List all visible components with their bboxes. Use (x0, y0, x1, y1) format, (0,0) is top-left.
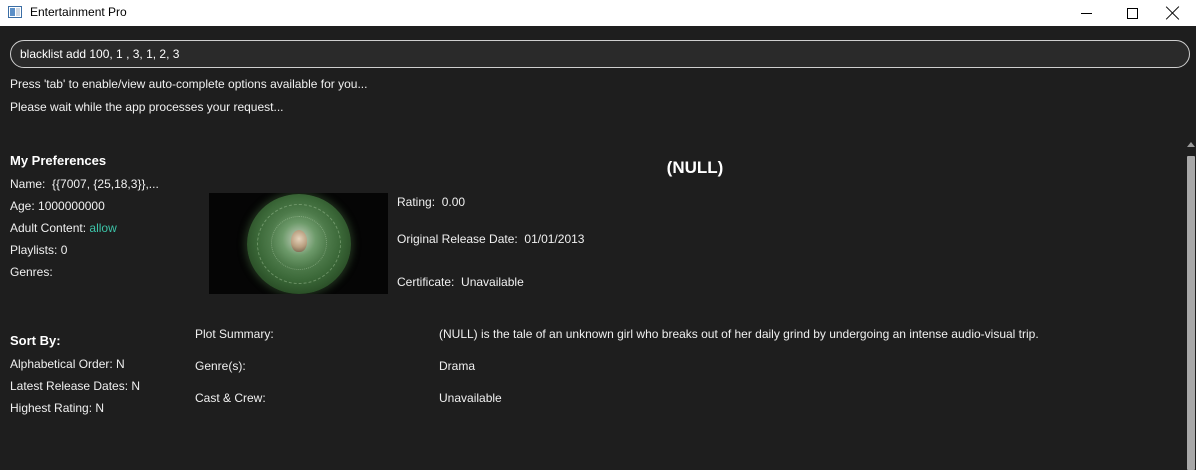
pref-name: Name: {{7007, {25,18,3}},... (10, 177, 159, 191)
movie-rating: Rating: 0.00 (397, 195, 465, 209)
rating-value: 0.00 (441, 195, 466, 209)
certificate-label: Certificate: (397, 275, 455, 289)
cast-crew-value: Unavailable (439, 391, 502, 405)
pref-name-value: {{7007, {25,18,3}},... (52, 177, 159, 191)
pref-adult-label: Adult Content: (10, 221, 87, 235)
minimize-button[interactable] (1063, 0, 1109, 26)
genre-label: Genre(s): (195, 359, 246, 373)
pref-name-label: Name: (10, 177, 46, 191)
pref-playlists-label: Playlists: (10, 243, 58, 257)
pref-playlists: Playlists: 0 (10, 243, 67, 257)
pref-genres-label: Genres: (10, 265, 53, 279)
pref-playlists-value: 0 (60, 243, 68, 257)
plot-summary-value: (NULL) is the tale of an unknown girl wh… (439, 327, 1039, 341)
close-icon (1166, 6, 1180, 20)
pref-adult-value: allow (89, 221, 117, 235)
plot-summary-label: Plot Summary: (195, 327, 274, 341)
maximize-button[interactable] (1109, 0, 1155, 26)
movie-certificate: Certificate: Unavailable (397, 275, 524, 289)
cast-crew-label: Cast & Crew: (195, 391, 266, 405)
sort-latest-release: Latest Release Dates: N (10, 379, 141, 393)
close-button[interactable] (1150, 0, 1196, 26)
rating-label: Rating: (397, 195, 436, 209)
app-window-icon (8, 6, 22, 18)
preferences-heading: My Preferences (10, 153, 107, 168)
release-value: 01/01/2013 (524, 232, 585, 246)
pref-age-value: 1000000000 (38, 199, 105, 213)
minimize-icon (1080, 12, 1092, 14)
title-bar: Entertainment Pro (0, 0, 1196, 26)
release-label: Original Release Date: (397, 232, 518, 246)
window-title: Entertainment Pro (30, 5, 127, 19)
command-input[interactable] (10, 40, 1190, 68)
genre-value: Drama (439, 359, 476, 373)
movie-poster (209, 193, 388, 294)
scrollbar-thumb[interactable] (1187, 156, 1195, 470)
sort-heading: Sort By: (10, 333, 61, 348)
autocomplete-hint: Press 'tab' to enable/view auto-complete… (10, 77, 368, 91)
movie-release-date: Original Release Date: 01/01/2013 (397, 232, 584, 246)
processing-message: Please wait while the app processes your… (10, 100, 284, 114)
certificate-value: Unavailable (461, 275, 524, 289)
sort-alphabetical: Alphabetical Order: N (10, 357, 125, 371)
maximize-icon (1126, 7, 1138, 19)
poster-orb-image (247, 194, 351, 294)
pref-age-label: Age: (10, 199, 35, 213)
pref-adult-content: Adult Content: allow (10, 221, 117, 235)
scroll-up-arrow-icon[interactable] (1187, 142, 1195, 147)
sort-highest-rating: Highest Rating: N (10, 401, 105, 415)
movie-title: (NULL) (666, 158, 724, 177)
pref-age: Age: 1000000000 (10, 199, 105, 213)
